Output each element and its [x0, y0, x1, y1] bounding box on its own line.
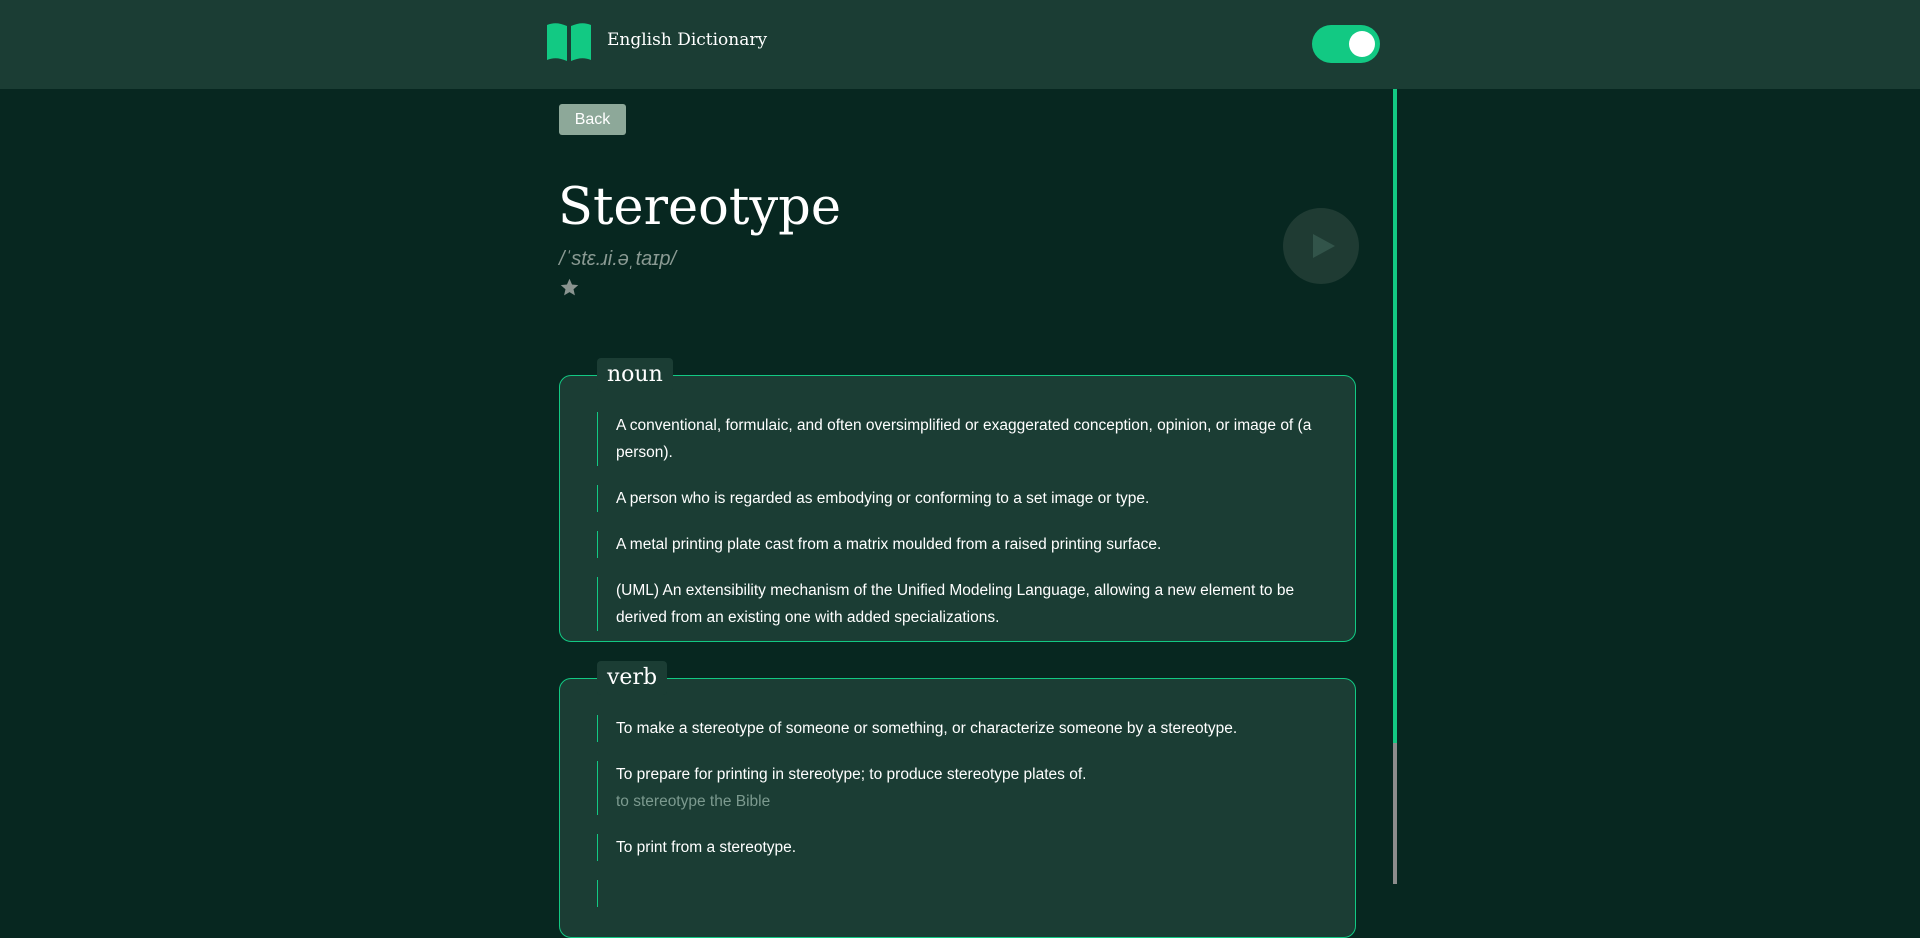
star-icon[interactable]: [559, 277, 580, 298]
theme-toggle[interactable]: [1312, 25, 1380, 63]
definition-item: A person who is regarded as embodying or…: [597, 485, 1317, 512]
definition-item: To prepare for printing in stereotype; t…: [597, 761, 1317, 815]
meaning-card-verb: verb To make a stereotype of someone or …: [559, 661, 1356, 938]
play-icon: [1313, 234, 1335, 258]
meaning-card-noun: noun A conventional, formulaic, and ofte…: [559, 358, 1356, 642]
definition-item: To make a stereotype of someone or somet…: [597, 715, 1317, 742]
definition-list: To make a stereotype of someone or somet…: [597, 715, 1317, 926]
definition-item: [597, 880, 1317, 907]
play-audio-button[interactable]: [1283, 208, 1359, 284]
definition-text: To prepare for printing in stereotype; t…: [616, 766, 1087, 783]
phonetic-text: /ˈstɛ.ɹi.əˌtaɪp/: [559, 248, 677, 270]
part-of-speech-label: verb: [597, 661, 668, 695]
definition-example: to stereotype the Bible: [616, 793, 771, 810]
definition-item: (UML) An extensibility mechanism of the …: [597, 577, 1317, 631]
app-header: English Dictionary: [0, 0, 1920, 89]
word-title: Stereotype: [558, 178, 842, 237]
definition-item: A metal printing plate cast from a matri…: [597, 531, 1317, 558]
open-book-icon: [547, 23, 591, 61]
toggle-knob: [1349, 31, 1375, 57]
definition-list: A conventional, formulaic, and often ove…: [597, 412, 1317, 650]
definition-item: A conventional, formulaic, and often ove…: [597, 412, 1317, 466]
part-of-speech-label: noun: [597, 358, 673, 392]
scrollbar-thumb[interactable]: [1393, 89, 1397, 743]
back-button[interactable]: Back: [559, 104, 626, 135]
definition-item: To print from a stereotype.: [597, 834, 1317, 861]
app-title: English Dictionary: [607, 30, 768, 50]
